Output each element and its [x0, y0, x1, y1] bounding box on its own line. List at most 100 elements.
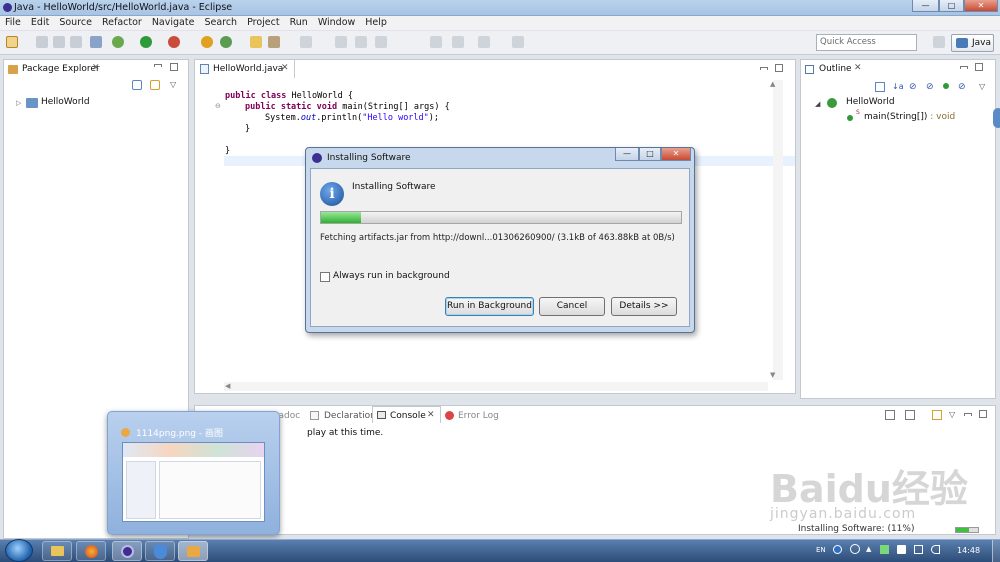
tab-console[interactable]: Console ✕: [372, 406, 441, 423]
menu-search[interactable]: Search: [199, 16, 242, 28]
save-all-icon[interactable]: [53, 36, 65, 48]
start-button[interactable]: [5, 539, 33, 562]
outline-method-item[interactable]: main(String[]) : void: [864, 112, 955, 122]
project-item-helloworld[interactable]: HelloWorld: [41, 97, 90, 107]
forward-icon[interactable]: [452, 36, 464, 48]
vertical-scrollbar[interactable]: [773, 80, 783, 380]
maximize-console-icon[interactable]: [979, 410, 987, 418]
minimize-view-icon[interactable]: [154, 64, 162, 67]
cancel-button[interactable]: Cancel: [539, 297, 605, 316]
taskbar-paint-button[interactable]: [178, 541, 208, 561]
link-with-editor-icon[interactable]: [150, 80, 160, 90]
open-type-icon[interactable]: [250, 36, 262, 48]
close-outline-icon[interactable]: ✕: [854, 63, 862, 73]
status-progress-bar[interactable]: [955, 527, 979, 533]
scroll-down-icon[interactable]: ▼: [770, 371, 775, 379]
minimize-console-icon[interactable]: [964, 413, 972, 416]
code-line-4[interactable]: }: [245, 124, 250, 134]
minimize-outline-icon[interactable]: [960, 66, 968, 69]
new-console-icon[interactable]: [932, 410, 942, 420]
settings-tray-icon[interactable]: [850, 544, 860, 554]
fold-marker-icon[interactable]: ⊖: [215, 102, 221, 110]
menu-window[interactable]: Window: [313, 16, 360, 28]
view-menu-icon[interactable]: ▽: [170, 80, 176, 89]
dialog-minimize-button[interactable]: —: [615, 148, 639, 161]
debug-icon[interactable]: [112, 36, 124, 48]
taskbar-explorer-button[interactable]: [42, 541, 72, 561]
annotation-icon[interactable]: [335, 36, 347, 48]
package-explorer-tab[interactable]: Package Explorer: [22, 64, 100, 74]
outline-collapse-icon[interactable]: [875, 82, 885, 92]
code-line-3[interactable]: System.out.println("Hello world");: [265, 113, 439, 123]
save-icon[interactable]: [36, 36, 48, 48]
show-desktop-button[interactable]: [992, 540, 1000, 562]
toggle-breakpoint-icon[interactable]: [90, 36, 102, 48]
next-annotation-icon[interactable]: [375, 36, 387, 48]
outline-view-menu-icon[interactable]: ▽: [979, 82, 985, 91]
editor-tab[interactable]: HelloWorld.java ✕: [195, 60, 295, 78]
close-console-icon[interactable]: ✕: [427, 410, 435, 420]
hide-static-icon[interactable]: ⊘: [926, 82, 934, 92]
menu-file[interactable]: File: [0, 16, 26, 28]
always-run-background-label[interactable]: Always run in background: [333, 271, 450, 281]
close-button[interactable]: ✕: [964, 0, 998, 12]
scroll-left-icon[interactable]: ◀: [225, 382, 230, 390]
dialog-close-button[interactable]: ✕: [661, 148, 691, 161]
dialog-maximize-button[interactable]: □: [639, 148, 661, 161]
minimize-editor-icon[interactable]: [760, 67, 768, 70]
menu-run[interactable]: Run: [285, 16, 313, 28]
console-view-menu-icon[interactable]: ▽: [949, 410, 955, 419]
block-selection-icon[interactable]: [355, 36, 367, 48]
action-center-icon[interactable]: [897, 545, 906, 554]
show-hidden-icons-icon[interactable]: ▲: [866, 545, 871, 553]
outline-class-item[interactable]: HelloWorld: [846, 97, 895, 107]
close-editor-icon[interactable]: ✕: [281, 63, 289, 73]
outline-tab[interactable]: Outline: [819, 64, 852, 74]
print-icon[interactable]: [70, 36, 82, 48]
details-button[interactable]: Details >>: [611, 297, 677, 316]
new-icon[interactable]: [6, 36, 18, 48]
code-line-5[interactable]: }: [225, 146, 230, 156]
network-icon[interactable]: [914, 545, 923, 554]
hide-nonpublic-icon[interactable]: [943, 83, 949, 89]
scroll-up-icon[interactable]: ▲: [770, 80, 775, 88]
code-line-2[interactable]: public static void main(String[] args) {: [245, 102, 450, 112]
search-icon[interactable]: [268, 36, 280, 48]
menu-navigate[interactable]: Navigate: [147, 16, 200, 28]
open-console-icon[interactable]: [885, 410, 895, 420]
help-tray-icon[interactable]: [833, 545, 842, 554]
taskbar-security-button[interactable]: [145, 541, 175, 561]
taskbar-eclipse-button[interactable]: [112, 541, 142, 561]
hide-local-types-icon[interactable]: ⊘: [958, 82, 966, 92]
hide-fields-icon[interactable]: ⊘: [909, 82, 917, 92]
collapse-arrow-icon[interactable]: ◢: [815, 100, 820, 108]
sort-icon[interactable]: ↓a: [892, 82, 904, 91]
quick-access-input[interactable]: Quick Access: [816, 34, 917, 51]
maximize-editor-icon[interactable]: [775, 64, 783, 72]
taskbar-preview[interactable]: 1114png.png - 画图: [107, 411, 280, 535]
toggle-mark-icon[interactable]: [300, 36, 312, 48]
menu-refactor[interactable]: Refactor: [97, 16, 147, 28]
maximize-outline-icon[interactable]: [975, 63, 983, 71]
expand-arrow-icon[interactable]: ▷: [16, 99, 21, 107]
pin-editor-icon[interactable]: [512, 36, 524, 48]
run-icon[interactable]: [140, 36, 152, 48]
close-tab-icon[interactable]: ✕: [92, 63, 100, 73]
back-icon[interactable]: [430, 36, 442, 48]
language-indicator[interactable]: EN: [816, 546, 826, 554]
maximize-view-icon[interactable]: [170, 63, 178, 71]
menu-source[interactable]: Source: [54, 16, 97, 28]
run-in-background-button[interactable]: Run in Background: [445, 297, 534, 316]
taskbar-firefox-button[interactable]: [76, 541, 106, 561]
collapse-all-icon[interactable]: [132, 80, 142, 90]
last-edit-icon[interactable]: [478, 36, 490, 48]
java-perspective-button[interactable]: Java: [951, 34, 994, 52]
display-console-icon[interactable]: [905, 410, 915, 420]
tab-declaration[interactable]: Declaration: [324, 411, 376, 421]
tab-error-log[interactable]: Error Log: [458, 411, 499, 421]
clock[interactable]: 14:48: [957, 546, 980, 555]
menu-project[interactable]: Project: [242, 16, 285, 28]
minimize-button[interactable]: —: [912, 0, 939, 12]
horizontal-scrollbar[interactable]: [224, 382, 768, 391]
menu-help[interactable]: Help: [360, 16, 392, 28]
